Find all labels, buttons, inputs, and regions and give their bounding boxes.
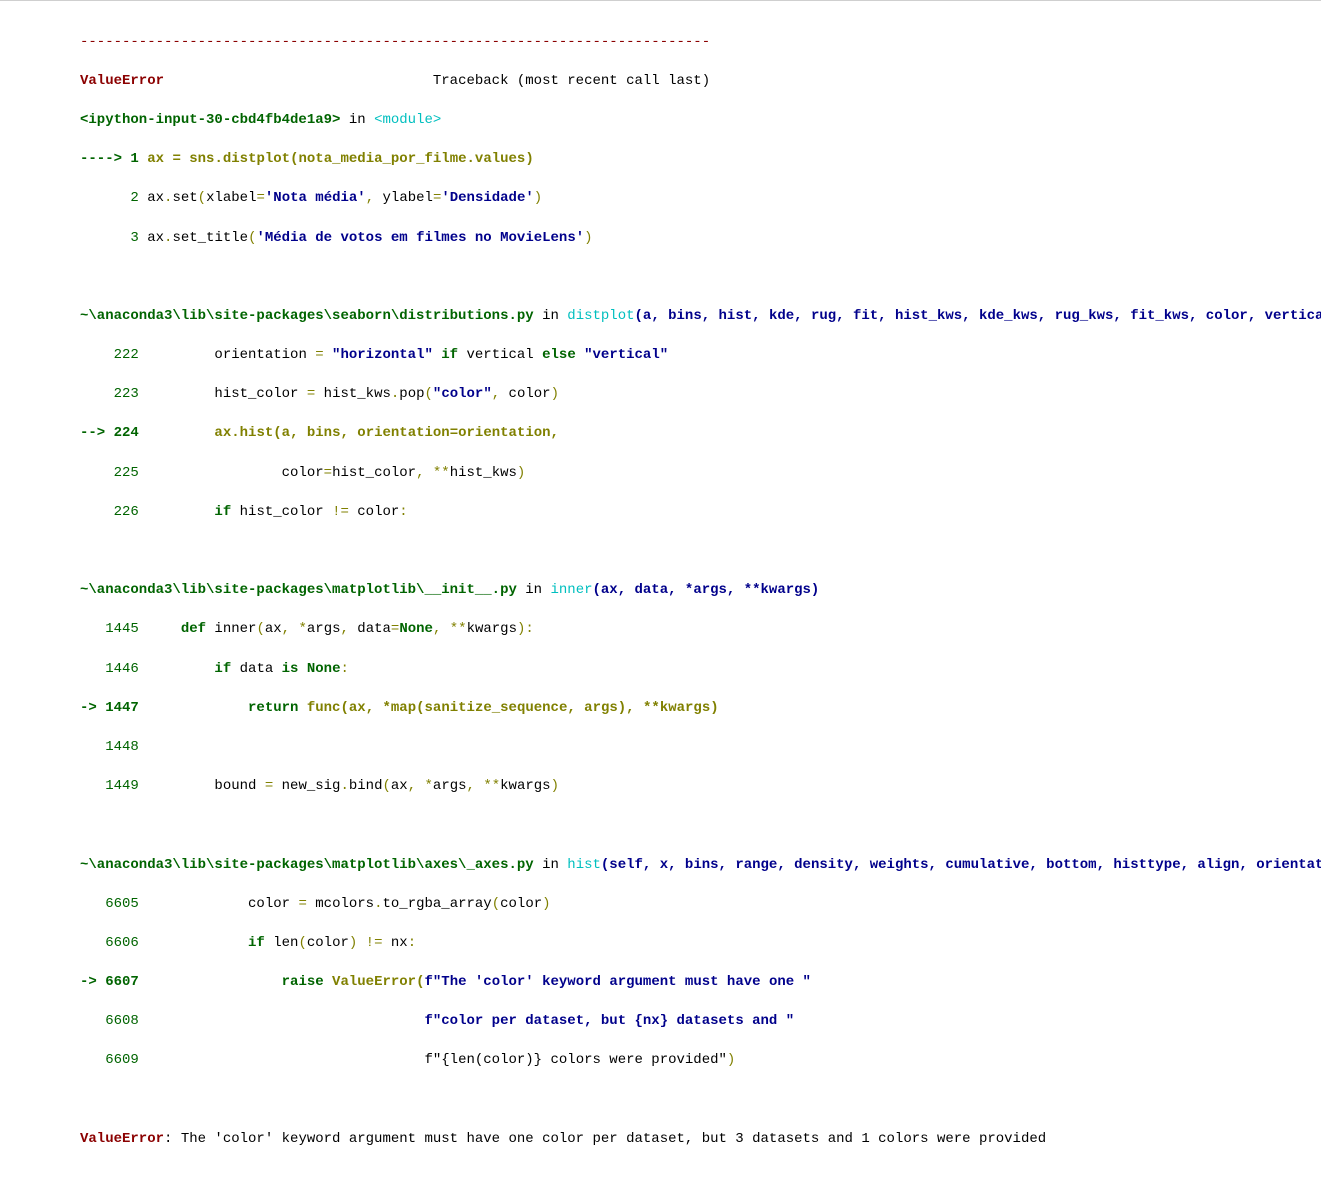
code-line: -> 1447 return func(ax, *map(sanitize_se… xyxy=(80,699,1313,719)
code-line: 1446 if data is None: xyxy=(80,660,1313,680)
final-error: ValueError: The 'color' keyword argument… xyxy=(80,1130,1313,1150)
final-error-name: ValueError xyxy=(80,1131,164,1147)
blank-line xyxy=(80,816,1313,836)
frame-header: ~\anaconda3\lib\site-packages\matplotlib… xyxy=(80,581,1313,601)
separator-line: ----------------------------------------… xyxy=(80,33,1313,53)
error-header: ValueError Traceback (most recent call l… xyxy=(80,72,1313,92)
cell-location: <ipython-input-30-cbd4fb4de1a9> in <modu… xyxy=(80,111,1313,131)
code-line: 6608 f"color per dataset, but {nx} datas… xyxy=(80,1012,1313,1032)
code-line: 225 color=hist_color, **hist_kws) xyxy=(80,464,1313,484)
cell-divider xyxy=(0,0,1321,1)
code-line: 2 ax.set(xlabel='Nota média', ylabel='De… xyxy=(80,189,1313,209)
frame-header: ~\anaconda3\lib\site-packages\matplotlib… xyxy=(80,856,1313,876)
code-line: 223 hist_color = hist_kws.pop("color", c… xyxy=(80,385,1313,405)
blank-line xyxy=(80,268,1313,288)
code-line: 6609 f"{len(color)} colors were provided… xyxy=(80,1051,1313,1071)
code-line: 1448 xyxy=(80,738,1313,758)
code-line: ----> 1 ax = sns.distplot(nota_media_por… xyxy=(80,150,1313,170)
blank-line xyxy=(80,1091,1313,1111)
traceback-label: Traceback (most recent call last) xyxy=(433,73,710,89)
code-line: 6605 color = mcolors.to_rgba_array(color… xyxy=(80,895,1313,915)
code-line: 1445 def inner(ax, *args, data=None, **k… xyxy=(80,620,1313,640)
traceback-output: ----------------------------------------… xyxy=(0,5,1321,1177)
blank-line xyxy=(80,542,1313,562)
code-line: --> 224 ax.hist(a, bins, orientation=ori… xyxy=(80,424,1313,444)
frame-header: ~\anaconda3\lib\site-packages\seaborn\di… xyxy=(80,307,1313,327)
code-line: 226 if hist_color != color: xyxy=(80,503,1313,523)
code-line: 222 orientation = "horizontal" if vertic… xyxy=(80,346,1313,366)
code-line: 1449 bound = new_sig.bind(ax, *args, **k… xyxy=(80,777,1313,797)
error-name: ValueError xyxy=(80,73,164,89)
code-line: 6606 if len(color) != nx: xyxy=(80,934,1313,954)
code-line: -> 6607 raise ValueError(f"The 'color' k… xyxy=(80,973,1313,993)
final-error-message: : The 'color' keyword argument must have… xyxy=(164,1131,1046,1147)
code-line: 3 ax.set_title('Média de votos em filmes… xyxy=(80,229,1313,249)
